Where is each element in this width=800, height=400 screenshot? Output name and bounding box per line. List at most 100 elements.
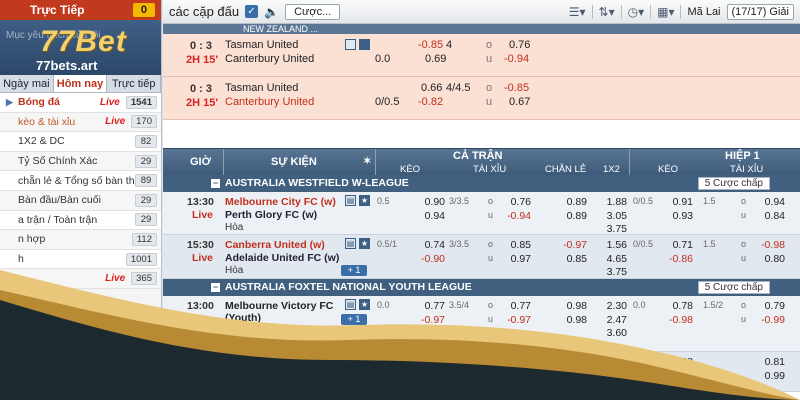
fh-handicap-home[interactable]: 0.91 bbox=[661, 196, 693, 208]
sidebar-item-other[interactable]: Live 365 bbox=[0, 269, 161, 289]
speaker-icon[interactable]: 🔈 bbox=[264, 5, 279, 19]
col-time: GIỜ bbox=[190, 156, 211, 168]
sidebar-item-odd-even-total[interactable]: chẵn lẻ & Tổng số bàn thắng 89 bbox=[0, 171, 161, 191]
over-odd[interactable]: 0.76 bbox=[509, 39, 530, 51]
fh-under-odd[interactable]: 0.80 bbox=[753, 253, 785, 265]
handicap-odd-home[interactable]: -0.85 bbox=[418, 39, 443, 51]
handicap-odd-away[interactable]: 0.94 bbox=[415, 210, 445, 222]
live-header[interactable]: Trực Tiếp 0 bbox=[0, 0, 161, 20]
stats-icon[interactable] bbox=[345, 39, 356, 50]
stats-icon[interactable]: ▤ bbox=[345, 195, 356, 206]
league-header[interactable]: − AUSTRALIA FOXTEL NATIONAL YOUTH LEAGUE… bbox=[163, 279, 800, 296]
home-team: Tasman United bbox=[225, 39, 299, 51]
odds-type-select[interactable]: Mã Lai bbox=[687, 6, 720, 18]
star-icon[interactable]: ★ bbox=[359, 195, 370, 206]
star-icon[interactable]: ★ bbox=[359, 299, 370, 310]
tab-live[interactable]: Trực tiếp bbox=[107, 75, 162, 92]
fh-handicap-away[interactable]: -0.98 bbox=[661, 314, 693, 326]
tab-today[interactable]: Hôm nay bbox=[53, 75, 108, 92]
fh-handicap-away[interactable]: -0.88 bbox=[661, 370, 693, 382]
star-icon[interactable]: ★ bbox=[359, 238, 370, 249]
1x2-away[interactable]: 4.65 bbox=[595, 253, 627, 265]
over-odd[interactable]: -0.85 bbox=[504, 82, 529, 94]
handicap-odd-home[interactable]: 0.77 bbox=[415, 300, 445, 312]
fh-handicap-home[interactable]: 0.78 bbox=[661, 300, 693, 312]
fh-over-odd[interactable]: 0.81 bbox=[753, 356, 785, 368]
fh-handicap-away[interactable]: -0.86 bbox=[661, 253, 693, 265]
handicap-odd-away[interactable]: -0.90 bbox=[415, 253, 445, 265]
under-odd[interactable]: -0.94 bbox=[504, 53, 529, 65]
league-count[interactable]: (17/17) Giải bbox=[726, 3, 794, 20]
date-tabs: Ngày mai Hôm nay Trực tiếp bbox=[0, 75, 162, 93]
odd-odd[interactable]: -0.97 bbox=[555, 239, 587, 251]
checkbox-icon[interactable]: ✓ bbox=[245, 5, 259, 18]
add-bet-button[interactable]: + 1 bbox=[341, 265, 367, 276]
more-bets-select[interactable]: 5 Cược chấp bbox=[697, 177, 770, 190]
fh-ou-line: 1.5/2 bbox=[703, 300, 724, 310]
handicap-odd-home[interactable]: 0.90 bbox=[415, 196, 445, 208]
sidebar-item-handicap-ou[interactable]: kèo & tài xỉu Live 170 bbox=[0, 112, 161, 133]
fh-over-odd[interactable]: -0.98 bbox=[753, 239, 785, 251]
stats-icon[interactable]: ▤ bbox=[345, 238, 356, 249]
fh-handicap-away[interactable]: 0.93 bbox=[661, 210, 693, 222]
handicap-odd-home[interactable]: 0.66 bbox=[421, 82, 442, 94]
add-bet-button[interactable]: + 1 bbox=[341, 314, 367, 325]
fh-over-odd[interactable]: 0.79 bbox=[753, 300, 785, 312]
sidebar-item-half-full[interactable]: a trận / Toàn trận 29 bbox=[0, 210, 161, 231]
under-odd[interactable]: 0.67 bbox=[509, 96, 530, 108]
under-odd[interactable]: 0.97 bbox=[499, 253, 531, 265]
fh-under-odd[interactable]: 0.84 bbox=[753, 210, 785, 222]
fh-ou-line: 1.5 bbox=[703, 196, 716, 206]
list-icon[interactable]: ☰▾ bbox=[569, 5, 586, 19]
handicap-odd-away[interactable]: 0.69 bbox=[425, 53, 446, 65]
1x2-home[interactable]: 2.95 bbox=[595, 356, 627, 368]
even-odd[interactable]: 0.85 bbox=[555, 253, 587, 265]
handicap-odd-home[interactable]: 0.74 bbox=[415, 239, 445, 251]
clock-icon[interactable]: ◷▾ bbox=[628, 5, 645, 19]
1x2-away[interactable]: 2.47 bbox=[595, 314, 627, 326]
1x2-draw[interactable]: 3.75 bbox=[595, 266, 627, 278]
more-bets-select[interactable]: 5 Cược chấp bbox=[697, 281, 770, 294]
odd-odd[interactable]: 0.98 bbox=[555, 300, 587, 312]
1x2-home[interactable]: 2.30 bbox=[595, 300, 627, 312]
brand-logo: 77Bet bbox=[40, 25, 127, 58]
fh-under-odd[interactable]: 0.99 bbox=[753, 370, 785, 382]
fh-under-odd[interactable]: -0.99 bbox=[753, 314, 785, 326]
sidebar-item-1x2-dc[interactable]: 1X2 & DC 82 bbox=[0, 132, 161, 152]
fh-over-odd[interactable]: 0.94 bbox=[753, 196, 785, 208]
1x2-home[interactable]: 1.56 bbox=[595, 239, 627, 251]
collapse-icon[interactable]: − bbox=[211, 179, 220, 188]
1x2-draw[interactable]: 3.60 bbox=[595, 327, 627, 339]
handicap-odd-away[interactable]: -0.97 bbox=[415, 314, 445, 326]
calendar-icon[interactable]: ▦▾ bbox=[657, 5, 674, 19]
handicap-odd-away[interactable]: -0.82 bbox=[418, 96, 443, 108]
sidebar-item-mix-parlay[interactable]: n hợp 112 bbox=[0, 230, 161, 250]
under-odd[interactable]: -0.97 bbox=[499, 314, 531, 326]
even-odd[interactable]: 0.89 bbox=[555, 210, 587, 222]
fh-handicap-home[interactable]: 0.71 bbox=[661, 239, 693, 251]
star-icon[interactable] bbox=[359, 39, 370, 50]
sidebar-item-outright[interactable]: h 1001 bbox=[0, 249, 161, 270]
odd-odd[interactable]: 0.89 bbox=[555, 196, 587, 208]
sort-icon[interactable]: ⇅▾ bbox=[599, 5, 615, 19]
over-odd[interactable]: 0.85 bbox=[499, 239, 531, 251]
match-time: 13:00 bbox=[187, 300, 214, 312]
1x2-away[interactable]: 3.05 bbox=[595, 210, 627, 222]
tab-tomorrow[interactable]: Ngày mai bbox=[0, 75, 54, 92]
sidebar-item-correct-score[interactable]: Tỷ Số Chính Xác 29 bbox=[0, 151, 161, 172]
1x2-draw[interactable]: 3.75 bbox=[595, 223, 627, 235]
fh-handicap-home[interactable]: 0.68 bbox=[661, 356, 693, 368]
under-odd[interactable]: -0.94 bbox=[499, 210, 531, 222]
sidebar-item-football[interactable]: ▶ Bóng đá Live 1541 bbox=[0, 93, 161, 113]
stats-icon[interactable]: ▤ bbox=[345, 299, 356, 310]
league-header[interactable]: − AUSTRALIA WESTFIELD W-LEAGUE 5 Cược ch… bbox=[163, 175, 800, 192]
over-odd[interactable]: 0.76 bbox=[499, 196, 531, 208]
1x2-home[interactable]: 1.88 bbox=[595, 196, 627, 208]
over-odd[interactable]: 0.77 bbox=[499, 300, 531, 312]
odd-odd[interactable]: 0.98 bbox=[555, 356, 587, 368]
even-odd[interactable]: 0.98 bbox=[555, 314, 587, 326]
star-icon[interactable]: ✶ bbox=[363, 156, 371, 167]
sidebar-item-first-last-goal[interactable]: Bàn đầu/Bàn cuối 29 bbox=[0, 190, 161, 211]
bet-button[interactable]: Cược... bbox=[285, 3, 341, 20]
collapse-icon[interactable]: − bbox=[211, 283, 220, 292]
